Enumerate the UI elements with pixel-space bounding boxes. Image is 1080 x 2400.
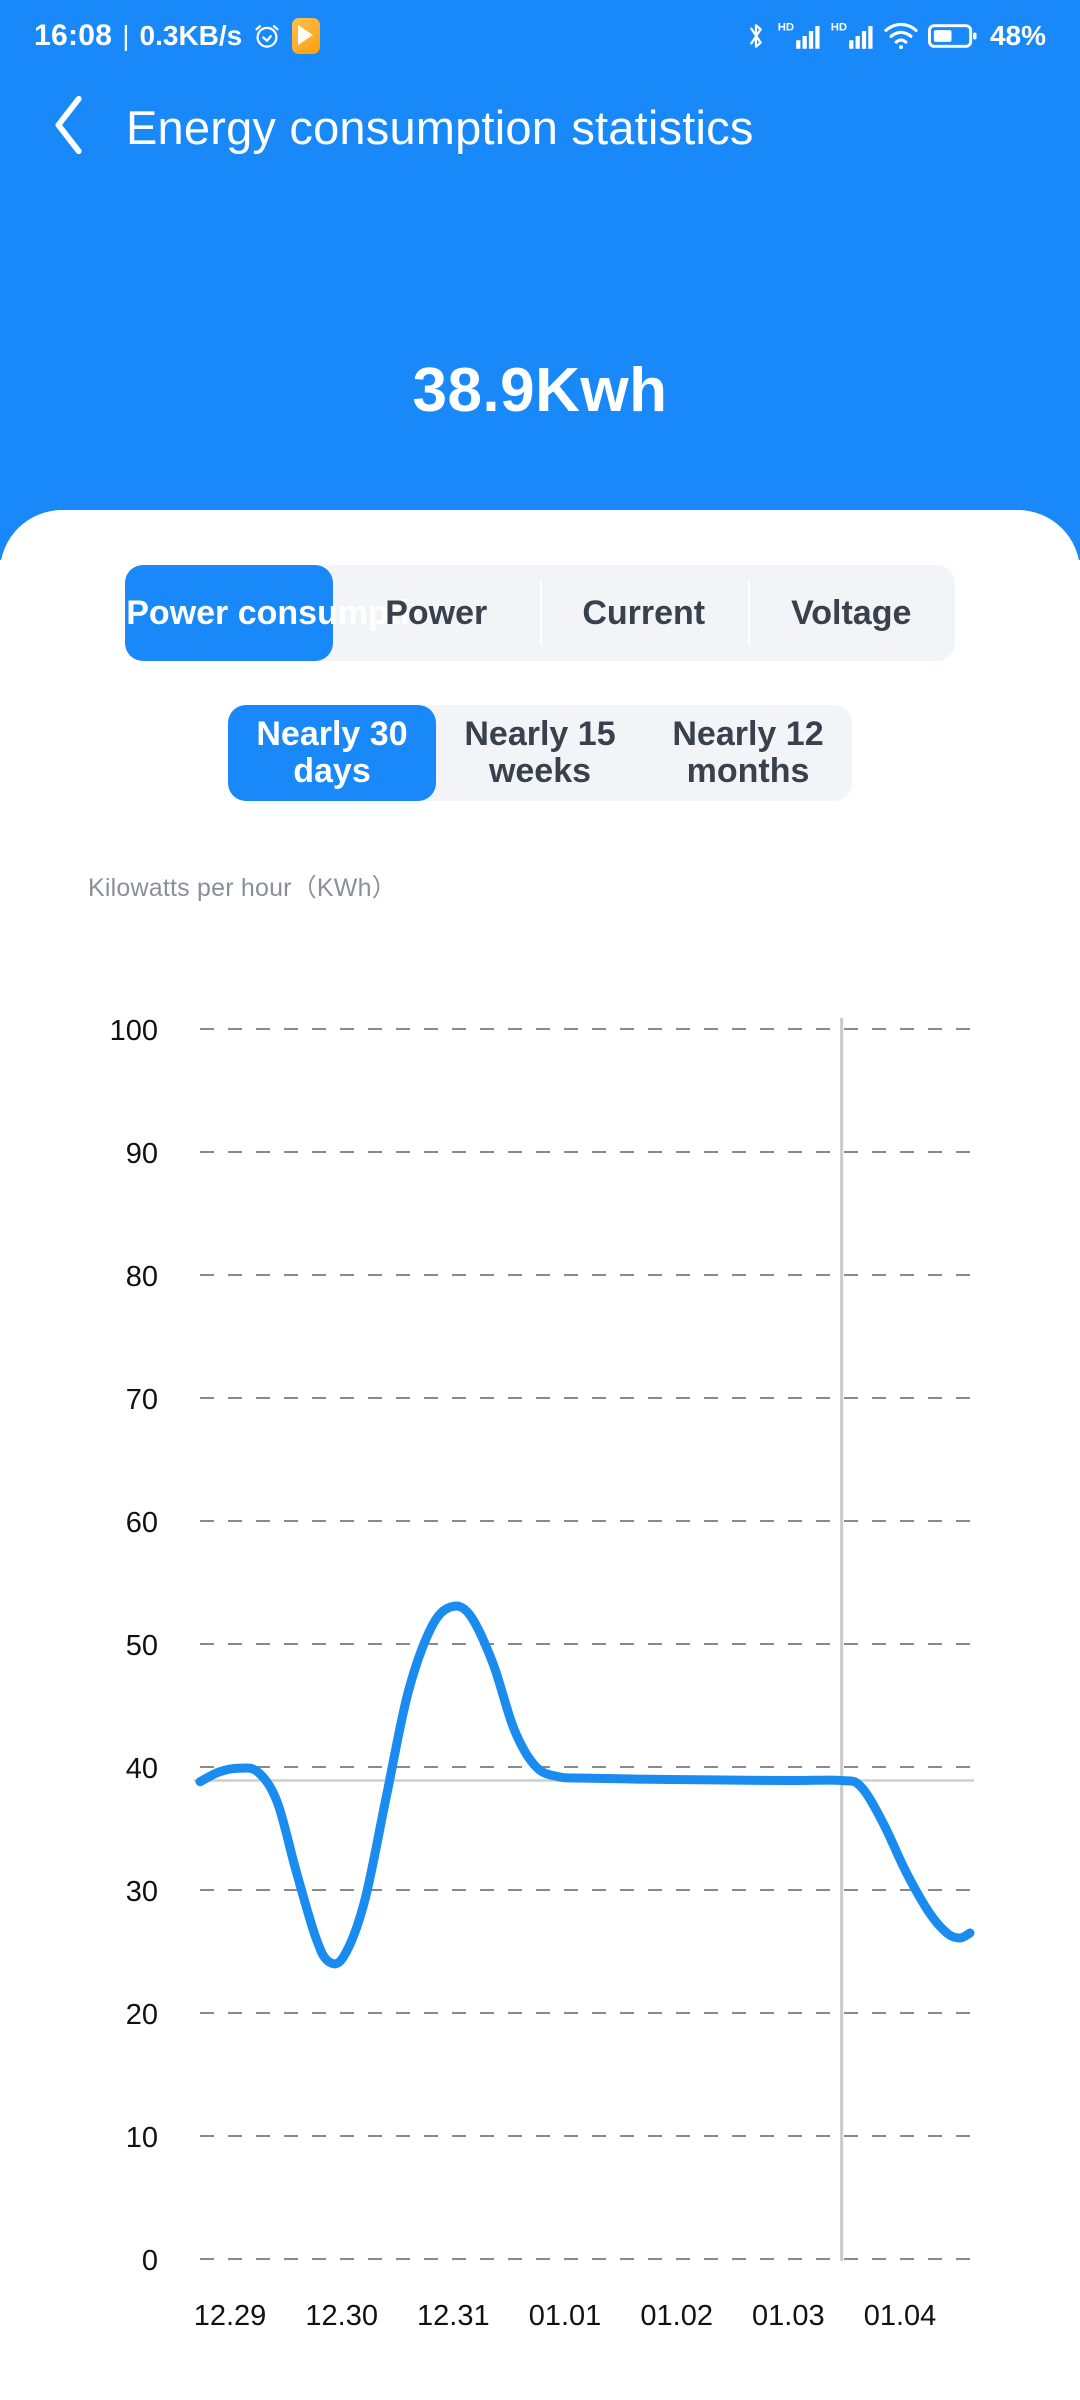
- chart-svg: 100908070605040302010012.29 12.30 12.31 01.…: [110, 1015, 975, 2332]
- y-axis-tick-label: 80: [126, 1261, 158, 1293]
- orange-app-icon: [292, 18, 321, 54]
- tab-nearly-30-days-label: Nearly 30 days: [256, 714, 408, 790]
- tab-nearly-12-months-label: Nearly 12 months: [672, 714, 824, 790]
- alarm-clock-icon: [252, 21, 282, 51]
- y-axis-tick-label: 70: [126, 1384, 158, 1416]
- y-axis-tick-label: 20: [126, 1999, 158, 2031]
- wifi-icon: [883, 21, 919, 51]
- y-axis-tick-label: 10: [126, 2122, 158, 2154]
- y-axis-tick-label: 60: [126, 1507, 158, 1539]
- hd-signal-icon: HD: [777, 19, 821, 53]
- y-axis-tick-label: 50: [126, 1630, 158, 1662]
- status-network-speed: 0.3KB/s: [139, 20, 243, 51]
- chevron-left-icon: [50, 94, 90, 161]
- x-axis-tick-label: 12.30: [305, 2300, 378, 2332]
- nav-bar: Energy consumption statistics: [0, 72, 1080, 182]
- chart-unit-caption: Kilowatts per hour（KWh）: [88, 874, 397, 902]
- tab-voltage-label: Voltage: [791, 593, 912, 632]
- tab-power[interactable]: Power: [333, 565, 541, 661]
- total-consumption-value: 38.9Kwh: [412, 356, 668, 425]
- bluetooth-icon: [744, 20, 768, 52]
- x-axis-tick-label: 01.01: [529, 2300, 602, 2332]
- tab-current[interactable]: Current: [540, 565, 748, 661]
- status-bar-right: HD HD 48%: [744, 19, 1046, 53]
- status-bar-left: 16:08 | 0.3KB/s: [34, 18, 321, 54]
- hd-signal-icon: HD: [830, 19, 874, 53]
- svg-text:HD: HD: [778, 21, 794, 33]
- x-axis-tick-label: 01.04: [864, 2300, 937, 2332]
- range-tab-bar: Nearly 30 days Nearly 15 weeks Nearly 12…: [228, 705, 852, 801]
- x-axis-tick-label: 12.31: [417, 2300, 490, 2332]
- tab-nearly-15-weeks[interactable]: Nearly 15 weeks: [436, 705, 644, 801]
- back-button[interactable]: [22, 79, 118, 175]
- energy-chart[interactable]: 100 90 80 70 60 50 40 30 20 10 0 12.29 12.30 12.31 01.…: [0, 960, 1080, 2340]
- consumption-line: [195, 1601, 975, 1969]
- status-bar: 16:08 | 0.3KB/s HD HD 48%: [0, 0, 1080, 72]
- tab-power-consumption-label: Power consumptio: [126, 593, 431, 632]
- tab-nearly-12-months[interactable]: Nearly 12 months: [644, 705, 852, 801]
- svg-text:HD: HD: [831, 21, 847, 33]
- tab-power-label: Power: [385, 593, 488, 632]
- tab-current-label: Current: [582, 593, 706, 632]
- y-axis-tick-label: 90: [126, 1138, 158, 1170]
- y-axis-tick-label: 40: [126, 1753, 158, 1785]
- metric-tab-bar: Power consumptio Power Current Voltage: [125, 565, 955, 661]
- page-title: Energy consumption statistics: [126, 100, 754, 154]
- x-axis-tick-label: 01.03: [752, 2300, 825, 2332]
- battery-percentage: 48%: [989, 20, 1046, 51]
- y-axis-tick-label: 30: [126, 1876, 158, 1908]
- x-axis-tick-label: 01.02: [640, 2300, 713, 2332]
- status-separator: |: [122, 20, 130, 51]
- tab-voltage[interactable]: Voltage: [747, 565, 956, 661]
- tab-power-consumption[interactable]: Power consumptio: [125, 565, 431, 661]
- status-time: 16:08: [34, 19, 113, 52]
- y-axis-tick-label: 0: [142, 2245, 158, 2277]
- x-axis-tick-label: 12.29: [194, 2300, 267, 2332]
- tab-nearly-30-days[interactable]: Nearly 30 days: [228, 705, 436, 801]
- battery-icon: [927, 21, 978, 51]
- y-axis-tick-label: 100: [110, 1015, 158, 1047]
- tab-nearly-15-weeks-label: Nearly 15 weeks: [464, 714, 616, 790]
